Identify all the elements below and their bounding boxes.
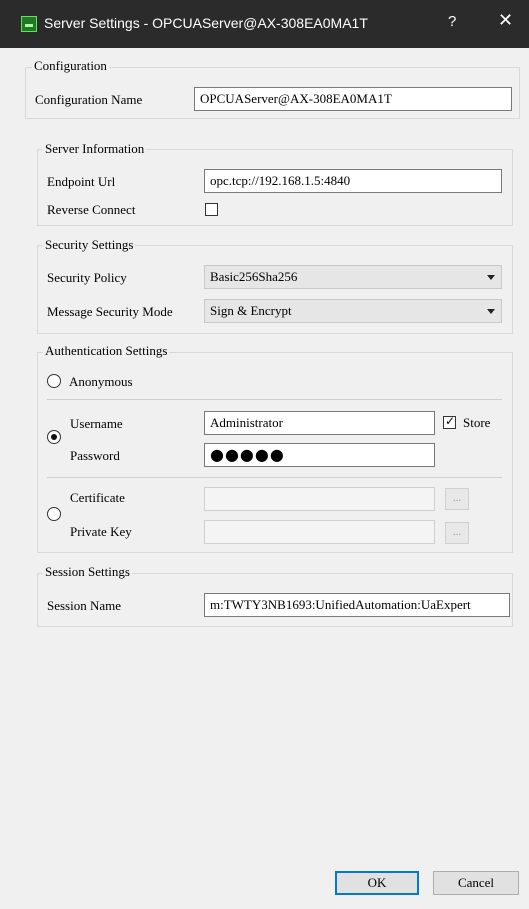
username-input[interactable]: Administrator <box>204 411 435 435</box>
endpoint-url-label: Endpoint Url <box>47 174 116 189</box>
password-input[interactable]: ●●●●● <box>204 443 435 467</box>
private-key-browse-button[interactable]: ... <box>445 522 469 544</box>
app-icon <box>21 16 37 32</box>
message-security-mode-value: Sign & Encrypt <box>210 303 292 318</box>
password-mask: ●●●●● <box>210 445 285 464</box>
configuration-group-title: Configuration <box>32 58 109 74</box>
server-information-group-title: Server Information <box>43 141 147 157</box>
reverse-connect-checkbox[interactable] <box>205 203 218 216</box>
session-settings-group-title: Session Settings <box>43 564 132 580</box>
session-name-input[interactable]: m:TWTY3NB1693:UnifiedAutomation:UaExpert <box>204 593 510 617</box>
ok-button[interactable]: OK <box>335 871 419 895</box>
configuration-name-input[interactable]: OPCUAServer@AX-308EA0MA1T <box>194 87 512 111</box>
certificate-label: Certificate <box>70 490 125 505</box>
configuration-name-label: Configuration Name <box>35 92 143 107</box>
checkmark-icon: ✓ <box>445 414 456 428</box>
security-settings-group-title: Security Settings <box>43 237 136 253</box>
reverse-connect-label: Reverse Connect <box>47 202 136 217</box>
certificate-browse-button[interactable]: ... <box>445 488 469 510</box>
anonymous-label: Anonymous <box>69 374 133 389</box>
chevron-down-icon <box>487 309 495 314</box>
window-title: Server Settings - OPCUAServer@AX-308EA0M… <box>44 15 368 31</box>
endpoint-url-input[interactable]: opc.tcp://192.168.1.5:4840 <box>204 169 502 193</box>
help-button[interactable]: ? <box>448 13 456 30</box>
message-security-mode-select[interactable]: Sign & Encrypt <box>204 299 502 323</box>
certificate-radio[interactable] <box>47 507 61 521</box>
password-label: Password <box>70 448 120 463</box>
store-label: Store <box>463 415 491 430</box>
session-name-label: Session Name <box>47 598 122 613</box>
close-button[interactable]: ✕ <box>498 10 513 31</box>
auth-divider-2 <box>47 477 502 478</box>
auth-divider-1 <box>47 399 502 400</box>
username-radio[interactable] <box>47 430 61 444</box>
private-key-input <box>204 520 435 544</box>
title-bar: Server Settings - OPCUAServer@AX-308EA0M… <box>0 0 529 48</box>
authentication-settings-group-title: Authentication Settings <box>43 343 170 359</box>
chevron-down-icon <box>487 275 495 280</box>
security-policy-label: Security Policy <box>47 270 127 285</box>
cancel-button[interactable]: Cancel <box>433 871 519 895</box>
anonymous-radio[interactable] <box>47 374 61 388</box>
certificate-input <box>204 487 435 511</box>
security-policy-value: Basic256Sha256 <box>210 269 298 284</box>
radio-selected-dot <box>51 434 57 440</box>
security-policy-select[interactable]: Basic256Sha256 <box>204 265 502 289</box>
username-label: Username <box>70 416 123 431</box>
private-key-label: Private Key <box>70 524 132 539</box>
store-checkbox[interactable]: ✓ <box>443 414 456 429</box>
message-security-mode-label: Message Security Mode <box>47 304 173 319</box>
